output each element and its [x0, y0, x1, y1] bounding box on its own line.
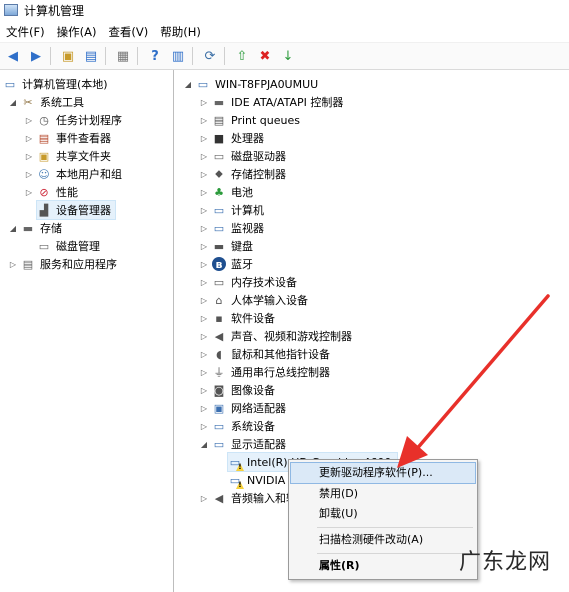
- watermark: 广东龙网: [458, 550, 551, 575]
- red-arrow-icon: [397, 294, 550, 468]
- arrow-shaft: [413, 294, 550, 453]
